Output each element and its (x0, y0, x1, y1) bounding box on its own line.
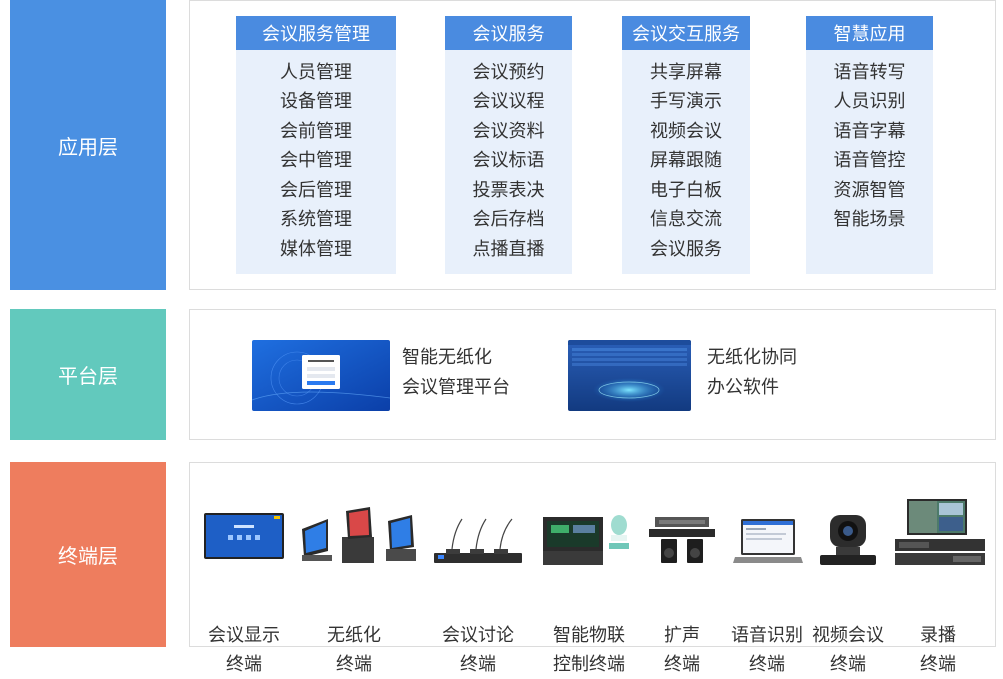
terminal-layer-label-text: 终端层 (58, 544, 118, 568)
app-column-meeting-service-management: 会议服务管理 人员管理 设备管理 会前管理 会中管理 会后管理 系统管理 媒体管… (236, 16, 396, 274)
app-column-title: 会议交互服务 (622, 16, 750, 50)
terminal-label-line2: 终端 (336, 654, 372, 675)
login-screen-thumbnail (252, 340, 390, 411)
app-column-item: 共享屏幕 (650, 61, 722, 83)
terminal-label: 会议讨论 终端 (428, 621, 528, 679)
app-column-item: 会后存档 (472, 209, 545, 231)
app-column-smart-application: 智慧应用 语音转写 人员识别 语音字幕 语音管控 资源智管 智能场景 (806, 16, 933, 274)
platform-layer-label: 平台层 (10, 309, 166, 440)
app-column-meeting-interaction-service: 会议交互服务 共享屏幕 手写演示 视频会议 屏幕跟随 电子白板 信息交流 会议服… (622, 16, 750, 274)
app-column-item: 信息交流 (650, 209, 722, 231)
control-host-icon (543, 515, 629, 565)
terminal-label-line2: 终端 (226, 654, 262, 675)
lift-monitor-icon (302, 507, 416, 563)
app-column-item: 语音管控 (833, 150, 906, 172)
dashboard-screen-thumbnail (568, 340, 691, 411)
app-column-item: 人员识别 (833, 91, 906, 113)
terminal-label-line2: 终端 (830, 654, 866, 675)
platform-item-line1: 无纸化协同 (707, 347, 797, 368)
terminal-label-line2: 终端 (460, 654, 496, 675)
app-layer-panel: 会议服务管理 人员管理 设备管理 会前管理 会中管理 会后管理 系统管理 媒体管… (189, 0, 996, 290)
app-column-item: 屏幕跟随 (650, 150, 722, 172)
app-column-item: 智能场景 (833, 209, 906, 231)
app-column-item: 人员管理 (280, 61, 352, 83)
app-column-item: 会后管理 (280, 179, 352, 201)
terminal-label-line1: 无纸化 (327, 625, 381, 646)
platform-layer-label-text: 平台层 (58, 364, 118, 388)
app-column-item: 手写演示 (650, 91, 722, 113)
display-screen-icon (204, 513, 284, 559)
app-column-title: 智慧应用 (806, 16, 933, 50)
platform-item-line1: 智能无纸化 (402, 347, 492, 368)
app-column-item: 语音字幕 (833, 120, 906, 142)
platform-item-line2: 会议管理平台 (402, 377, 510, 398)
terminal-layer-label: 终端层 (10, 462, 166, 647)
platform-item-text: 智能无纸化 会议管理平台 (402, 343, 510, 403)
terminal-label-line2: 终端 (920, 654, 956, 675)
microphone-unit-icon (434, 518, 522, 563)
laptop-icon (733, 519, 803, 563)
terminal-label: 智能物联 控制终端 (539, 621, 639, 679)
app-column-item: 设备管理 (280, 91, 352, 113)
app-column-item: 点播直播 (472, 238, 545, 260)
terminal-label-line1: 视频会议 (812, 625, 884, 646)
speaker-amp-icon (649, 517, 715, 563)
app-column-item: 资源智管 (833, 179, 906, 201)
app-column-item: 会议资料 (472, 120, 545, 142)
app-column-item: 语音转写 (833, 61, 906, 83)
platform-item-line2: 办公软件 (707, 377, 779, 398)
platform-layer-panel: 智能无纸化 会议管理平台 无纸化协同 办公软件 (189, 309, 996, 440)
app-column-item: 媒体管理 (280, 238, 352, 260)
terminal-label: 视频会议 终端 (798, 621, 898, 679)
app-column-meeting-service: 会议服务 会议预约 会议议程 会议资料 会议标语 投票表决 会后存档 点播直播 (445, 16, 572, 274)
terminal-label-line1: 会议讨论 (442, 625, 514, 646)
app-column-item: 投票表决 (472, 179, 545, 201)
app-column-item: 会前管理 (280, 120, 352, 142)
terminal-label-line1: 智能物联 (553, 625, 625, 646)
app-column-item: 电子白板 (650, 179, 722, 201)
app-column-item: 系统管理 (280, 209, 352, 231)
app-column-item: 会议预约 (472, 61, 545, 83)
terminal-label-line1: 录播 (920, 625, 956, 646)
ptz-camera-icon (820, 515, 876, 565)
app-column-item: 会议议程 (472, 91, 545, 113)
app-column-item: 会议服务 (650, 238, 722, 260)
app-layer-label: 应用层 (10, 0, 166, 290)
app-column-item: 会议标语 (472, 150, 545, 172)
app-column-item: 会中管理 (280, 150, 352, 172)
platform-item-text: 无纸化协同 办公软件 (707, 343, 797, 403)
terminal-label-line1: 会议显示 (208, 625, 280, 646)
app-layer-label-text: 应用层 (58, 134, 118, 159)
terminal-label: 无纸化 终端 (304, 621, 404, 679)
terminal-layer-panel: 会议显示 终端 无纸化 终端 会议讨论 终端 智能物联 控制终端 扩声 终端 语… (189, 462, 996, 675)
app-column-item: 视频会议 (650, 120, 722, 142)
terminal-label: 会议显示 终端 (194, 621, 294, 679)
terminal-label-line2: 控制终端 (553, 654, 625, 675)
terminal-label: 录播 终端 (888, 621, 988, 679)
app-column-title: 会议服务 (445, 16, 572, 50)
recording-host-icon (895, 499, 985, 565)
app-column-title: 会议服务管理 (236, 16, 396, 50)
